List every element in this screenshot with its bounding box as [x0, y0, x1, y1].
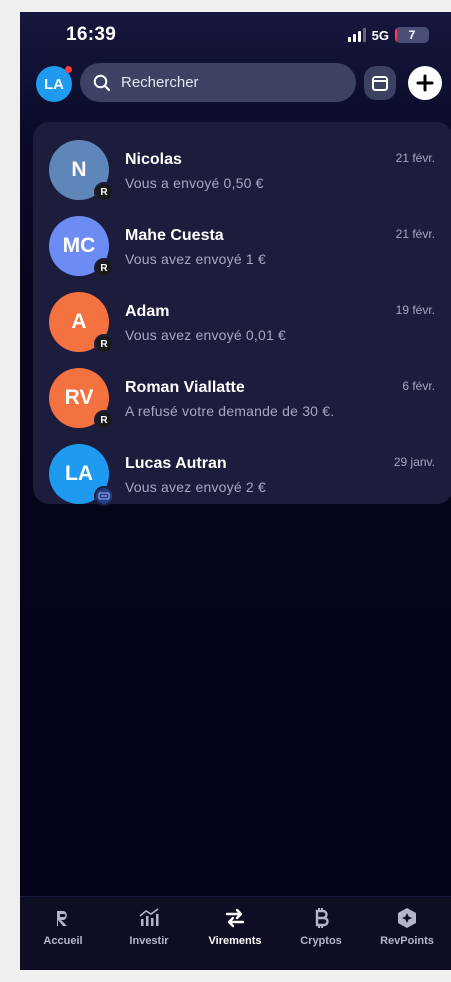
add-button[interactable]	[408, 66, 442, 100]
network-label: 5G	[371, 27, 389, 43]
app-screen: 16:39 5G 7 LA Rechercher N R Nicolas Vou…	[20, 12, 451, 970]
transfer-date: 29 janv.	[393, 455, 435, 469]
transfer-row[interactable]: MC R Mahe Cuesta Vous avez envoyé 1 € 21…	[33, 208, 451, 284]
transfer-date: 6 févr.	[402, 379, 435, 393]
revolut-badge-icon: R	[94, 182, 114, 202]
calendar-icon	[372, 76, 388, 91]
transfer-date: 19 févr.	[395, 303, 435, 317]
contact-name: Mahe Cuesta	[125, 227, 224, 244]
transfer-row[interactable]: N R Nicolas Vous a envoyé 0,50 € 21 févr…	[33, 132, 451, 208]
revolut-home-icon	[51, 907, 75, 929]
tab-cryptos[interactable]: Cryptos	[278, 907, 364, 947]
contact-initials: MC	[62, 234, 96, 257]
search-icon	[93, 74, 111, 91]
contact-name: Nicolas	[125, 151, 182, 168]
signal-icon	[347, 28, 366, 42]
contact-initials: LA	[65, 462, 93, 485]
status-bar: 16:39 5G 7	[20, 24, 451, 48]
tab-label: Cryptos	[300, 935, 342, 947]
profile-initials: LA	[44, 75, 64, 93]
transfer-description: Vous avez envoyé 0,01 €	[125, 327, 287, 343]
plus-icon	[416, 74, 434, 92]
transfer-row[interactable]: A R Adam Vous avez envoyé 0,01 € 19 févr…	[33, 284, 451, 360]
invest-icon	[137, 907, 161, 929]
contact-avatar: MC R	[49, 216, 114, 278]
revolut-badge-icon: R	[94, 258, 114, 278]
revpoints-icon	[395, 907, 419, 929]
bank-badge-icon	[94, 486, 114, 506]
search-bar[interactable]: Rechercher	[80, 63, 356, 102]
contact-avatar: RV R	[49, 368, 114, 430]
contact-initials: RV	[64, 386, 94, 409]
contact-initials: N	[71, 158, 87, 181]
battery-icon: 7	[395, 27, 429, 43]
battery-level: 7	[408, 28, 416, 42]
tab-label: Investir	[129, 935, 169, 947]
transfer-description: Vous avez envoyé 1 €	[125, 251, 266, 267]
revolut-badge-icon: R	[94, 410, 114, 430]
tab-revpoints[interactable]: RevPoints	[364, 907, 450, 947]
contact-avatar: LA	[49, 444, 114, 506]
calendar-button[interactable]	[364, 66, 396, 100]
status-indicators: 5G 7	[347, 27, 429, 43]
profile-avatar[interactable]: LA	[36, 66, 72, 102]
tab-label: Accueil	[43, 935, 83, 947]
tab-label: RevPoints	[380, 935, 434, 947]
transfer-date: 21 févr.	[395, 151, 435, 165]
contact-name: Lucas Autran	[125, 455, 227, 472]
contact-avatar: A R	[49, 292, 114, 354]
transfer-date: 21 févr.	[395, 227, 435, 241]
notification-dot	[65, 66, 72, 73]
tab-investir[interactable]: Investir	[106, 907, 192, 947]
tab-accueil[interactable]: Accueil	[20, 907, 106, 947]
revolut-badge-icon: R	[94, 334, 114, 354]
bottom-tab-bar: Accueil Investir Virements Cryptos RevPo…	[20, 896, 451, 970]
bitcoin-icon	[309, 907, 333, 929]
contact-initials: A	[71, 310, 87, 333]
status-time: 16:39	[66, 24, 117, 45]
transfer-row[interactable]: RV R Roman Viallatte A refusé votre dema…	[33, 360, 451, 436]
search-input[interactable]: Rechercher	[121, 74, 199, 91]
tab-label: Virements	[208, 935, 262, 947]
transfer-description: Vous a envoyé 0,50 €	[125, 175, 264, 191]
transfer-icon	[223, 907, 247, 929]
contact-avatar: N R	[49, 140, 114, 202]
contact-name: Adam	[125, 303, 170, 320]
transfers-list: N R Nicolas Vous a envoyé 0,50 € 21 févr…	[33, 122, 451, 506]
tab-virements[interactable]: Virements	[192, 907, 278, 947]
transfer-row[interactable]: LA Lucas Autran Vous avez envoyé 2 € 29 …	[33, 436, 451, 512]
transfer-description: A refusé votre demande de 30 €.	[125, 403, 335, 419]
transfer-description: Vous avez envoyé 2 €	[125, 479, 266, 495]
contact-name: Roman Viallatte	[125, 379, 245, 396]
